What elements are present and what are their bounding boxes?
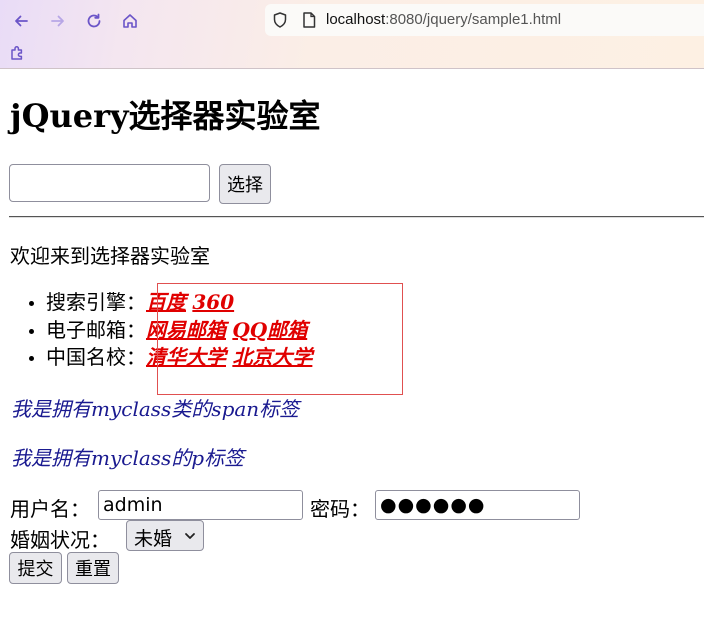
list-item-label: 电子邮箱： [46, 317, 146, 342]
home-icon [123, 14, 137, 28]
forward-button[interactable] [46, 9, 70, 33]
reset-button[interactable]: 重置 [67, 552, 119, 584]
marital-status-label: 婚姻状况： [10, 528, 110, 552]
list-item-schools: 中国名校：清华大学 北京大学 [46, 344, 312, 372]
url-text[interactable]: localhost:8080/jquery/sample1.html [326, 11, 561, 28]
arrow-right-icon [51, 15, 64, 27]
link-163-mail[interactable]: 网易邮箱 [146, 318, 226, 342]
list-item-search: 搜索引擎：百度 360 [46, 289, 312, 317]
home-button[interactable] [118, 9, 142, 33]
myclass-span-text: 我是拥有myclass类的span标签 [11, 397, 300, 421]
reload-icon [87, 13, 101, 28]
shield-icon[interactable] [271, 11, 289, 29]
welcome-text: 欢迎来到选择器实验室 [10, 244, 210, 268]
marital-status-value: 未婚 [134, 528, 173, 550]
page-title: jQuery选择器实验室 [10, 97, 321, 135]
arrow-left-icon [15, 15, 28, 27]
selector-input[interactable] [9, 164, 210, 202]
browser-toolbar: localhost:8080/jquery/sample1.html [0, 0, 704, 69]
extensions-icon[interactable] [9, 44, 27, 62]
password-input[interactable]: ●●●●●● [375, 490, 580, 520]
marital-status-select[interactable]: 未婚 [126, 520, 204, 551]
page-icon [303, 12, 316, 28]
username-label: 用户名： [10, 497, 90, 521]
url-host: localhost [326, 11, 386, 28]
link-baidu[interactable]: 百度 [146, 290, 186, 314]
select-button[interactable]: 选择 [219, 164, 271, 204]
reload-button[interactable] [82, 9, 106, 33]
link-qq-mail[interactable]: QQ邮箱 [232, 318, 307, 342]
divider [9, 216, 704, 218]
url-path: :8080/jquery/sample1.html [385, 11, 562, 28]
username-input[interactable]: admin [98, 490, 303, 520]
address-bar[interactable]: localhost:8080/jquery/sample1.html [265, 4, 704, 36]
list-item-email: 电子邮箱：网易邮箱 QQ邮箱 [46, 317, 312, 345]
link-tsinghua[interactable]: 清华大学 [146, 345, 226, 369]
link-pku[interactable]: 北京大学 [232, 345, 312, 369]
back-button[interactable] [9, 9, 33, 33]
submit-button[interactable]: 提交 [9, 552, 62, 584]
myclass-p-text: 我是拥有myclass的p标签 [11, 446, 245, 470]
link-list: 搜索引擎：百度 360 电子邮箱：网易邮箱 QQ邮箱 中国名校：清华大学 北京大… [46, 289, 312, 372]
link-360[interactable]: 360 [192, 290, 234, 314]
list-item-label: 搜索引擎： [46, 290, 146, 314]
password-label: 密码： [310, 497, 370, 521]
list-item-label: 中国名校： [46, 345, 146, 369]
chevron-down-icon [185, 533, 195, 539]
